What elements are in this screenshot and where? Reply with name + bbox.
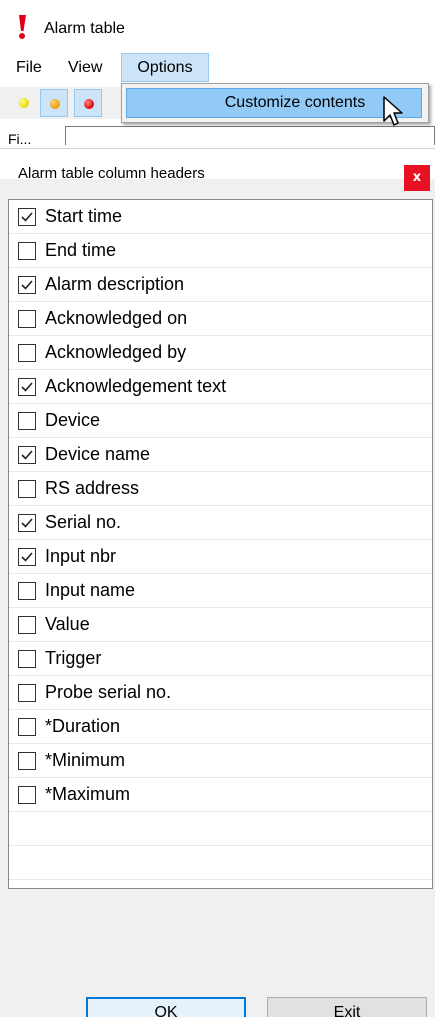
column-list-item[interactable]: Value	[9, 608, 432, 642]
orange-dot-icon	[50, 99, 60, 109]
column-list-item-label: *Maximum	[45, 784, 131, 804]
column-list-item[interactable]: Input nbr	[9, 540, 432, 574]
column-list-item[interactable]: *Duration	[9, 710, 432, 744]
alarm-table-window: Alarm table File View Options Fi... Cust…	[0, 0, 435, 145]
checkbox-unchecked[interactable]	[18, 650, 36, 668]
column-list-item-label: Device name	[45, 444, 151, 464]
empty-list-row	[9, 846, 432, 880]
dialog-title: Alarm table column headers	[18, 165, 205, 182]
column-list-item-label: Acknowledged by	[45, 342, 187, 362]
checkmark-icon	[21, 382, 33, 392]
title-bar: Alarm table	[0, 0, 435, 50]
checkmark-icon	[21, 552, 33, 562]
checkbox-checked[interactable]	[18, 208, 36, 226]
checkbox-unchecked[interactable]	[18, 480, 36, 498]
checkbox-unchecked[interactable]	[18, 582, 36, 600]
checkbox-unchecked[interactable]	[18, 310, 36, 328]
red-dot-icon	[84, 99, 94, 109]
column-list-item[interactable]: Serial no.	[9, 506, 432, 540]
filter-input[interactable]	[65, 126, 435, 145]
column-list-item[interactable]: Alarm description	[9, 268, 432, 302]
column-list-item-label: Acknowledgement text	[45, 376, 227, 396]
orange-alarm-filter-button[interactable]	[40, 89, 68, 117]
column-list-item[interactable]: Acknowledged by	[9, 336, 432, 370]
column-list-item-label: *Minimum	[45, 750, 126, 770]
column-list-item[interactable]: Device	[9, 404, 432, 438]
column-list-item-label: Trigger	[45, 648, 102, 668]
checkmark-icon	[21, 450, 33, 460]
column-list-item-label: Input name	[45, 580, 136, 600]
checkbox-checked[interactable]	[18, 276, 36, 294]
exit-button[interactable]: Exit	[267, 997, 427, 1017]
column-list-item[interactable]: Trigger	[9, 642, 432, 676]
column-list-item-label: Value	[45, 614, 90, 634]
red-alarm-filter-button[interactable]	[74, 89, 102, 117]
checkbox-checked[interactable]	[18, 446, 36, 464]
checkbox-unchecked[interactable]	[18, 242, 36, 260]
yellow-dot-icon	[19, 98, 29, 108]
column-list-item[interactable]: Device name	[9, 438, 432, 472]
column-list-item[interactable]: Acknowledgement text	[9, 370, 432, 404]
checkbox-checked[interactable]	[18, 514, 36, 532]
checkmark-icon	[21, 212, 33, 222]
checkbox-unchecked[interactable]	[18, 412, 36, 430]
checkbox-unchecked[interactable]	[18, 786, 36, 804]
column-list-item-label: Input nbr	[45, 546, 117, 566]
column-list-item[interactable]: Probe serial no.	[9, 676, 432, 710]
menu-file[interactable]: File	[10, 53, 48, 82]
checkbox-unchecked[interactable]	[18, 616, 36, 634]
menu-bar: File View Options	[0, 53, 435, 83]
close-button[interactable]: x	[404, 165, 430, 191]
column-list-item[interactable]: RS address	[9, 472, 432, 506]
column-list-item-label: Probe serial no.	[45, 682, 172, 702]
checkbox-unchecked[interactable]	[18, 752, 36, 770]
yellow-alarm-filter-button[interactable]	[10, 89, 38, 117]
menu-options[interactable]: Options	[121, 53, 209, 82]
column-list-item-label: End time	[45, 240, 117, 260]
empty-list-row	[9, 812, 432, 846]
customize-contents-menu-item[interactable]: Customize contents	[126, 88, 422, 118]
column-list-item[interactable]: *Minimum	[9, 744, 432, 778]
column-list-item-label: Acknowledged on	[45, 308, 188, 328]
checkbox-checked[interactable]	[18, 548, 36, 566]
filter-row: Fi...	[0, 123, 435, 145]
column-list-item-label: RS address	[45, 478, 140, 498]
column-list-item[interactable]: Input name	[9, 574, 432, 608]
column-list-item[interactable]: End time	[9, 234, 432, 268]
column-headers-dialog: Alarm table column headers x Start time E…	[0, 148, 435, 1017]
column-list-item-label: Device	[45, 410, 101, 430]
column-list-item[interactable]: *Maximum	[9, 778, 432, 812]
filter-label: Fi...	[8, 131, 32, 145]
window-title: Alarm table	[44, 20, 125, 37]
checkbox-unchecked[interactable]	[18, 718, 36, 736]
checkbox-checked[interactable]	[18, 378, 36, 396]
checkmark-icon	[21, 518, 33, 528]
column-checklist: Start time End time Alarm description Ackno…	[8, 199, 433, 889]
exclamation-icon	[19, 15, 26, 39]
column-list-item-label: Serial no.	[45, 512, 122, 532]
column-list-item[interactable]: Start time	[9, 200, 432, 234]
checkbox-unchecked[interactable]	[18, 684, 36, 702]
checkbox-unchecked[interactable]	[18, 344, 36, 362]
column-list-item[interactable]: Acknowledged on	[9, 302, 432, 336]
menu-view[interactable]: View	[62, 53, 108, 82]
ok-button[interactable]: OK	[86, 997, 246, 1017]
column-list-item-label: Alarm description	[45, 274, 185, 294]
toolbar	[0, 87, 122, 119]
column-list-item-label: *Duration	[45, 716, 121, 736]
empty-list-row	[9, 880, 432, 888]
dialog-title-bar: Alarm table column headers	[0, 149, 435, 182]
mouse-pointer-icon	[383, 96, 403, 126]
checkmark-icon	[21, 280, 33, 290]
column-list-item-label: Start time	[45, 206, 123, 226]
